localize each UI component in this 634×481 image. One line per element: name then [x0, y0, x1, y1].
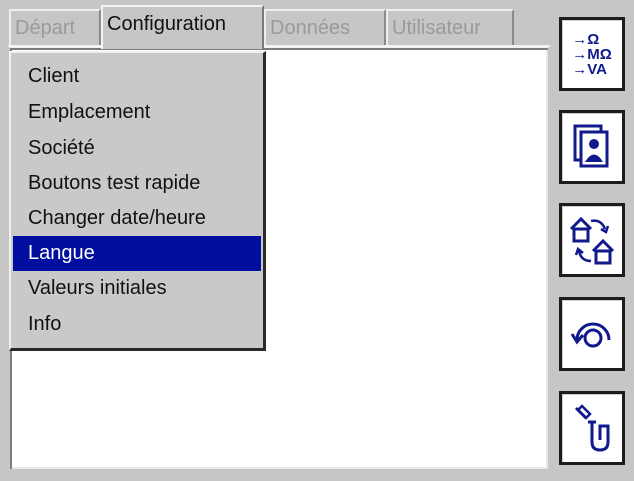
menu-item-client[interactable]: Client [13, 59, 261, 94]
rotate-icon [570, 322, 611, 348]
tab-utilisateur[interactable]: Utilisateur [386, 9, 514, 45]
menu-item-boutons-test[interactable]: Boutons test rapide [13, 166, 261, 201]
menu-item-societe[interactable]: Société [13, 131, 261, 166]
tab-donnees[interactable]: Données [264, 9, 386, 45]
probe-button[interactable] [559, 391, 625, 465]
units-icon: →Ω →MΩ →VA [572, 32, 612, 77]
probe-icon [574, 404, 610, 452]
configuration-menu: Client Emplacement Société Boutons test … [9, 51, 266, 351]
tab-configuration[interactable]: Configuration [101, 5, 264, 49]
site-transfer-button[interactable] [559, 203, 625, 277]
device-screen: Départ Configuration Données Utilisateur… [0, 0, 634, 481]
tab-depart[interactable]: Départ [9, 9, 101, 45]
site-transfer-icon [569, 216, 615, 265]
units-megaohm: →MΩ [572, 45, 612, 63]
user-records-button[interactable] [559, 110, 625, 184]
menu-item-valeurs-initiales[interactable]: Valeurs initiales [13, 271, 261, 306]
menu-item-emplacement[interactable]: Emplacement [13, 95, 261, 130]
units-va: →VA [572, 60, 607, 78]
menu-item-langue[interactable]: Langue [13, 236, 261, 271]
rotate-button[interactable] [559, 297, 625, 371]
menu-item-info[interactable]: Info [13, 307, 261, 342]
units-ohm: →Ω [572, 30, 600, 48]
units-button[interactable]: →Ω →MΩ →VA [559, 17, 625, 91]
user-records-icon [573, 124, 609, 168]
menu-item-date-heure[interactable]: Changer date/heure [13, 201, 261, 236]
